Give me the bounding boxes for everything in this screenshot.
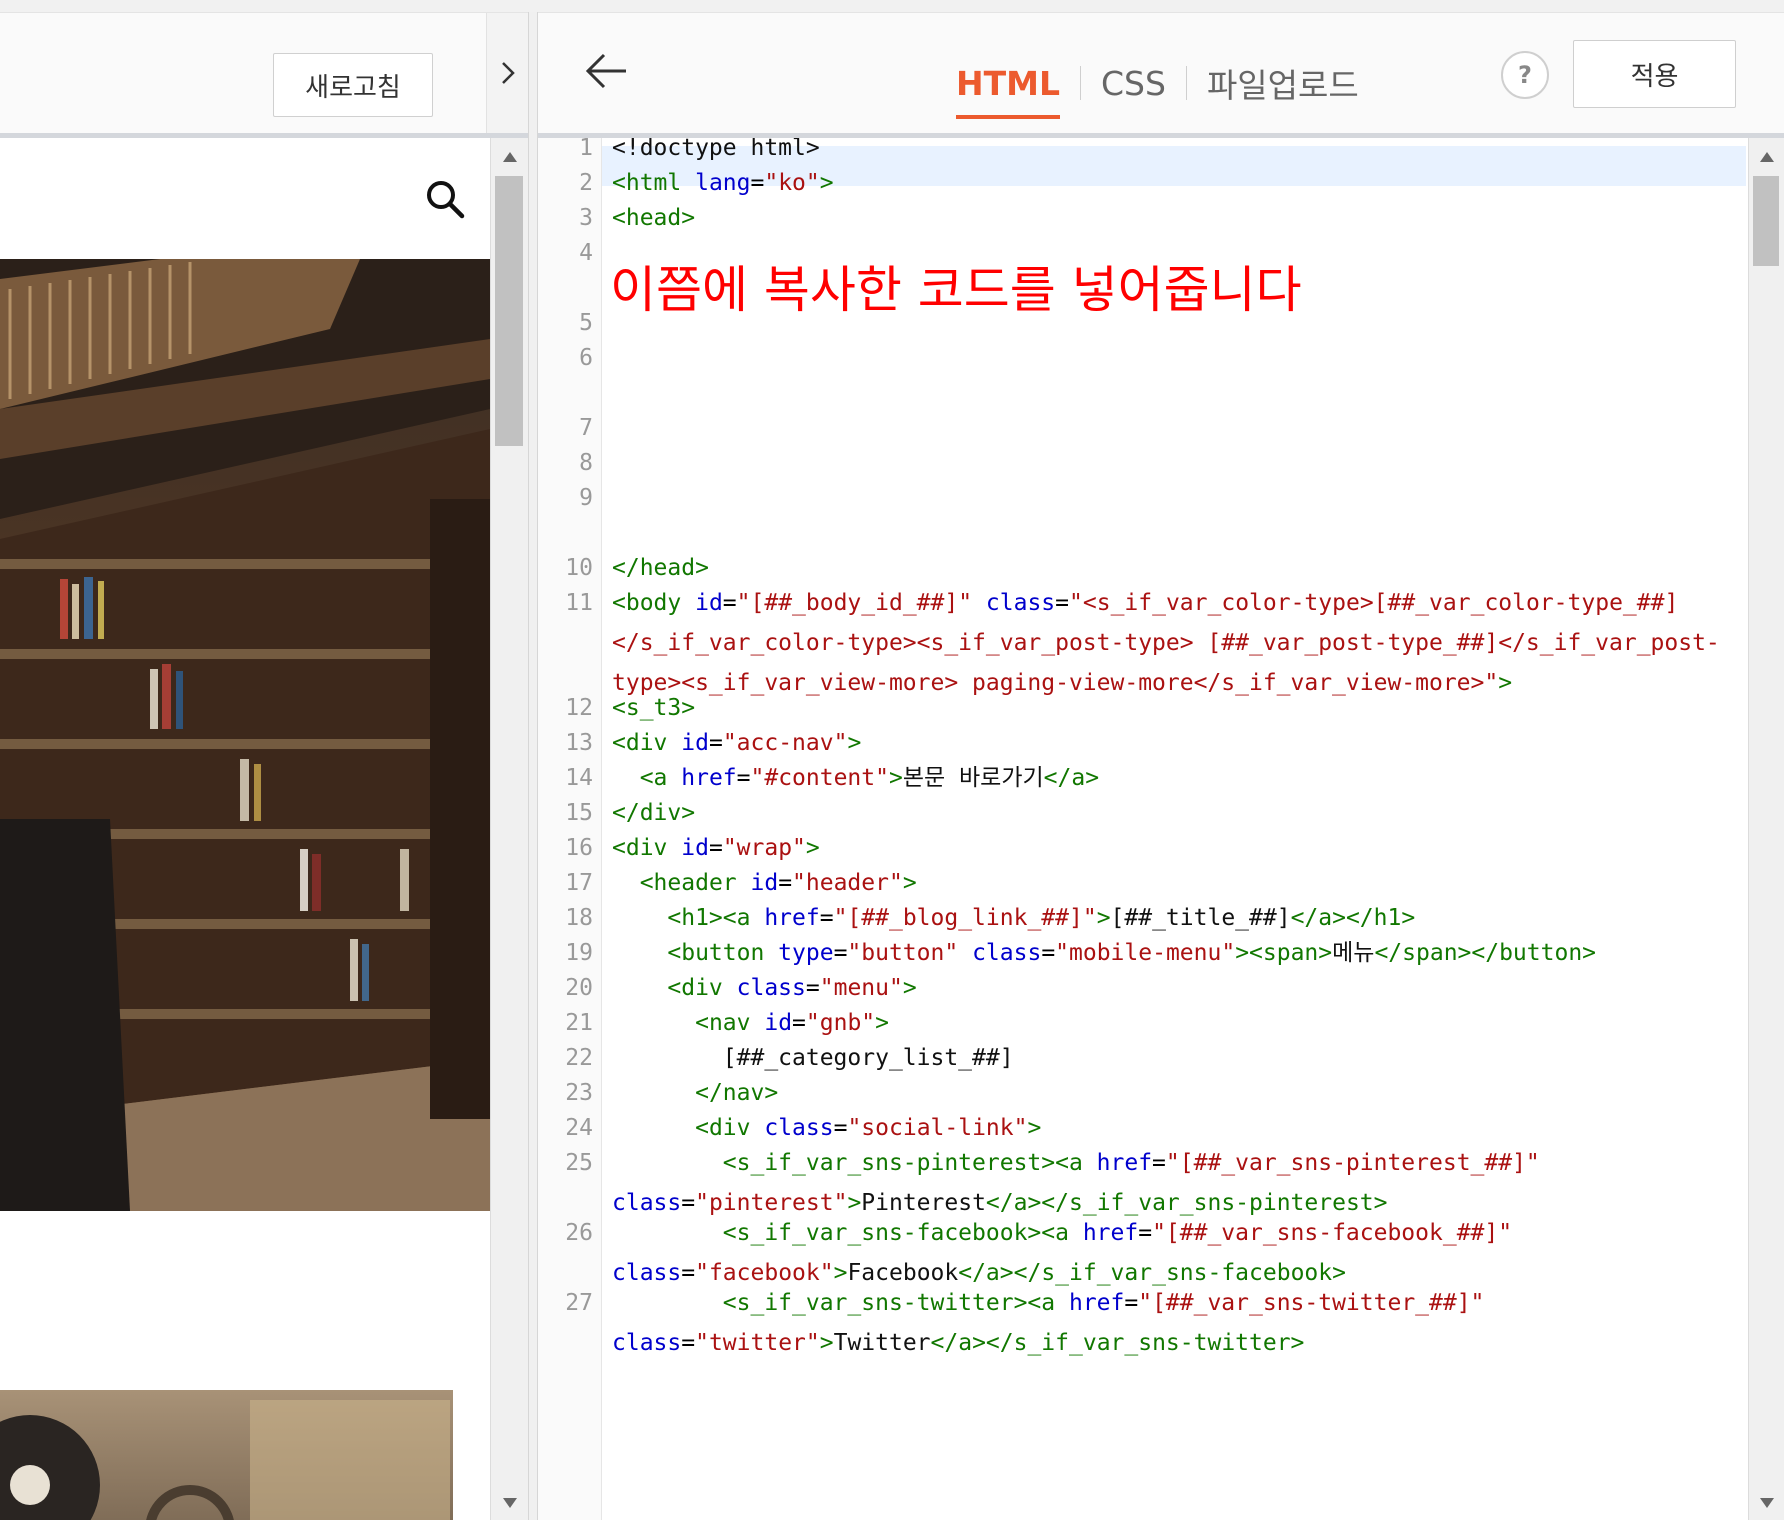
tab-css[interactable]: CSS: [1101, 53, 1166, 113]
line-number: 8: [579, 450, 593, 476]
tab-file-upload[interactable]: 파일업로드: [1207, 53, 1359, 113]
editor-scrollbar[interactable]: [1748, 138, 1784, 1520]
preview-scroll-thumb[interactable]: [495, 176, 523, 446]
line-number: 18: [565, 905, 593, 931]
line-number: 19: [565, 940, 593, 966]
code-line-14: <a href="#content">본문 바로가기</a>: [639, 765, 1100, 791]
line-number: 17: [565, 870, 593, 896]
line-number: 5: [579, 310, 593, 336]
code-line-11: <body id="[##_body_id_##]" class="<s_if_…: [612, 590, 1720, 696]
line-number: 23: [565, 1080, 593, 1106]
preview-collapse-column: [486, 13, 530, 133]
line-number: 4: [579, 240, 593, 266]
code-line-16: <div id="wrap">: [612, 835, 820, 861]
code-line-12: <s_t3>: [612, 695, 696, 721]
code-line-27: <s_if_var_sns-twitter><a href="[##_var_s…: [612, 1290, 1485, 1356]
line-number: 9: [579, 485, 593, 511]
code-line-17: <header id="header">: [639, 870, 917, 896]
bookstore-photo: [0, 259, 490, 1211]
line-number: 7: [579, 415, 593, 441]
scroll-up-arrow[interactable]: [1749, 144, 1784, 170]
code-line-24: <div class="social-link">: [695, 1115, 1042, 1141]
code-line-25: <s_if_var_sns-pinterest><a href="[##_var…: [612, 1150, 1540, 1216]
triangle-down-icon: [502, 1498, 517, 1508]
blog-preview: [0, 138, 490, 1520]
line-number: 16: [565, 835, 593, 861]
line-number: 6: [579, 345, 593, 371]
line-number: 13: [565, 730, 593, 756]
line-number: 10: [565, 555, 593, 581]
post-thumbnail-image: [0, 1390, 453, 1520]
code-line-26: <s_if_var_sns-facebook><a href="[##_var_…: [612, 1220, 1513, 1286]
vinyl-photo: [0, 1400, 450, 1520]
line-number: 26: [565, 1220, 593, 1246]
code-line-2: <html lang="ko">: [612, 170, 834, 196]
chevron-right-icon: [502, 62, 515, 84]
code-line-21: <nav id="gnb">: [695, 1010, 890, 1036]
line-number: 25: [565, 1150, 593, 1176]
code-line-20: <div class="menu">: [667, 975, 917, 1001]
line-number: 2: [579, 170, 593, 196]
back-button[interactable]: [582, 47, 630, 95]
scroll-down-arrow[interactable]: [1749, 1490, 1784, 1516]
editor-tabs: HTML CSS 파일업로드: [956, 53, 1359, 119]
line-number: 22: [565, 1045, 593, 1071]
tab-divider: [1185, 66, 1187, 100]
tab-html[interactable]: HTML: [956, 53, 1060, 119]
code-line-19: <button type="button" class="mobile-menu…: [667, 940, 1597, 966]
triangle-down-icon: [1759, 1498, 1774, 1508]
line-number: 14: [565, 765, 593, 791]
code-line-22: [##_category_list_##]: [722, 1045, 1014, 1071]
line-number: 11: [565, 590, 593, 616]
collapse-preview-button[interactable]: [487, 13, 529, 133]
editor-scroll-thumb[interactable]: [1753, 176, 1779, 266]
triangle-up-icon: [502, 152, 517, 162]
code-line-15: </div>: [612, 800, 696, 826]
line-number: 1: [579, 135, 593, 161]
arrow-left-icon: [585, 53, 626, 89]
triangle-up-icon: [1759, 152, 1774, 162]
editor-toolbar: HTML CSS 파일업로드 ? 적용: [538, 13, 1784, 133]
line-number: 27: [565, 1290, 593, 1316]
line-number: 12: [565, 695, 593, 721]
hero-image: [0, 259, 490, 1211]
refresh-button[interactable]: 새로고침: [273, 53, 433, 117]
line-number: 3: [579, 205, 593, 231]
code-line-13: <div id="acc-nav">: [612, 730, 862, 756]
paste-here-annotation: 이쯤에 복사한 코드를 넣어줍니다: [610, 261, 1302, 319]
line-number: 24: [565, 1115, 593, 1141]
preview-scrollbar[interactable]: [490, 138, 528, 1520]
line-number: 15: [565, 800, 593, 826]
search-icon: [427, 181, 465, 219]
code-line-23: </nav>: [695, 1080, 779, 1106]
code-line-10: </head>: [612, 555, 709, 581]
scroll-up-arrow[interactable]: [491, 144, 528, 170]
preview-toolbar: 새로고침: [0, 13, 486, 133]
search-button[interactable]: [424, 178, 466, 220]
line-number: 20: [565, 975, 593, 1001]
help-button[interactable]: ?: [1501, 51, 1549, 99]
tab-divider: [1080, 66, 1081, 100]
line-number-gutter: 1 2 3 4 5 6 7 8 9 10 11 12 13 14 15 16 1…: [538, 135, 602, 1520]
apply-button[interactable]: 적용: [1573, 40, 1736, 108]
line-number: 21: [565, 1010, 593, 1036]
scroll-down-arrow[interactable]: [491, 1490, 528, 1516]
code-line-18: <h1><a href="[##_blog_link_##]">[##_titl…: [667, 905, 1416, 931]
pane-splitter[interactable]: [528, 12, 538, 1520]
code-line-3: <head>: [612, 205, 696, 231]
window-top-edge: [0, 0, 1784, 13]
code-editor[interactable]: <!doctype html> <html lang="ko"> <head> …: [602, 138, 1748, 1520]
